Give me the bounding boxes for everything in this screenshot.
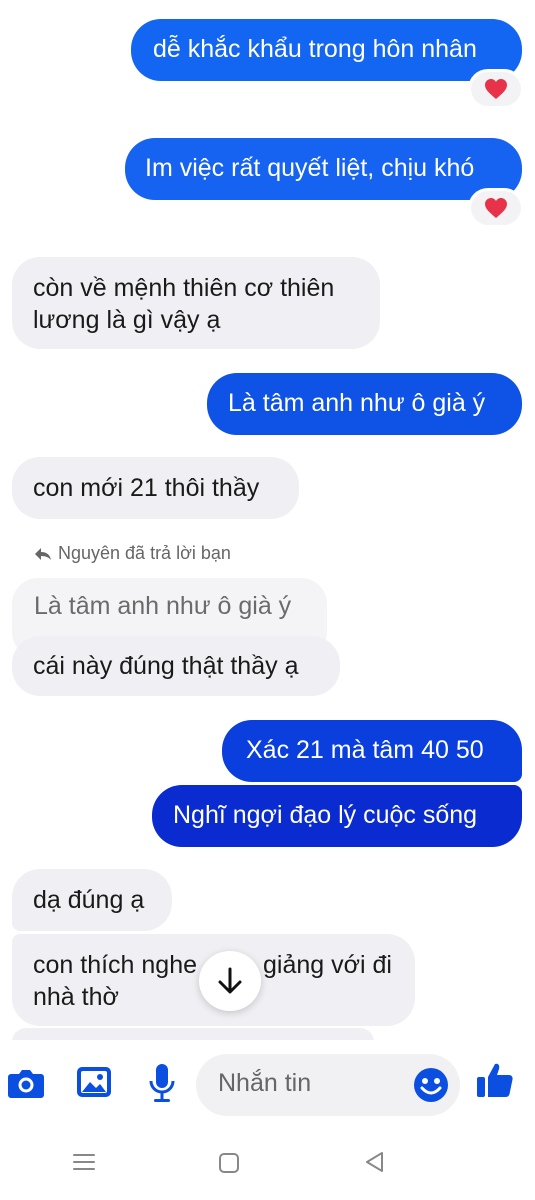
home-icon [219, 1153, 239, 1173]
camera-button[interactable] [5, 1064, 47, 1102]
message-text: Nghĩ ngợi đạo lý cuộc sống [173, 801, 478, 829]
message-text: con thích nghe [33, 951, 198, 979]
message-text: con mới 21 thôi thầy [33, 474, 260, 502]
message-input-placeholder: Nhắn tin [218, 1069, 312, 1097]
emoji-icon [414, 1068, 448, 1102]
emoji-button[interactable] [412, 1066, 450, 1104]
message-text: Xác 21 mà tâm 40 50 [246, 736, 484, 764]
quoted-text: Là tâm anh như ô già ý [34, 592, 292, 620]
back-icon [366, 1152, 383, 1172]
message-bubble-outgoing[interactable]: Im việc rất quyết liệt, chịu khó [125, 138, 522, 200]
message-bubble-incoming[interactable]: còn về mệnh thiên cơ thiên lương là gì v… [12, 257, 380, 349]
message-bubble-incoming[interactable]: dạ đúng ạ [12, 869, 172, 931]
recent-apps-button[interactable] [70, 1150, 98, 1174]
reply-arrow-icon [35, 547, 51, 560]
message-bubble-incoming[interactable]: cái này đúng thật thầy ạ [12, 636, 340, 696]
reply-indicator: Nguyên đã trả lời bạn [34, 543, 231, 564]
heart-icon [485, 198, 507, 218]
message-text: dễ khắc khẩu trong hôn nhân [153, 35, 477, 63]
camera-icon [8, 1070, 44, 1098]
arrow-down-icon [218, 967, 242, 994]
like-button[interactable] [475, 1060, 515, 1100]
voice-button[interactable] [145, 1062, 179, 1104]
menu-icon [73, 1154, 95, 1170]
message-bubble-outgoing[interactable]: Xác 21 mà tâm 40 50 [222, 720, 522, 782]
back-button[interactable] [360, 1149, 388, 1175]
thumbs-up-icon [477, 1063, 513, 1097]
home-button[interactable] [215, 1150, 243, 1176]
message-bubble-outgoing[interactable]: dễ khắc khẩu trong hôn nhân [131, 19, 522, 81]
message-bubble-outgoing[interactable]: Là tâm anh như ô già ý [207, 373, 522, 435]
message-bubble-incoming[interactable]: con mới 21 thôi thầy [12, 457, 299, 519]
message-text: cái này đúng thật thầy ạ [33, 652, 299, 680]
message-text: giảng với đi [263, 951, 392, 979]
gallery-button[interactable] [74, 1063, 114, 1101]
message-text: còn về mệnh thiên cơ thiên lương là gì v… [33, 274, 335, 334]
image-icon [77, 1067, 111, 1097]
reaction-badge[interactable] [471, 191, 521, 225]
message-bubble-outgoing[interactable]: Nghĩ ngợi đạo lý cuộc sống [152, 785, 522, 847]
reaction-badge[interactable] [471, 72, 521, 106]
heart-icon [485, 79, 507, 99]
scroll-to-bottom-button[interactable] [199, 951, 261, 1011]
message-text: Là tâm anh như ô già ý [228, 389, 486, 417]
message-text: dạ đúng ạ [33, 886, 145, 914]
microphone-icon [149, 1064, 175, 1102]
message-text: Im việc rất quyết liệt, chịu khó [145, 154, 475, 182]
reply-label-text: Nguyên đã trả lời bạn [58, 543, 231, 563]
